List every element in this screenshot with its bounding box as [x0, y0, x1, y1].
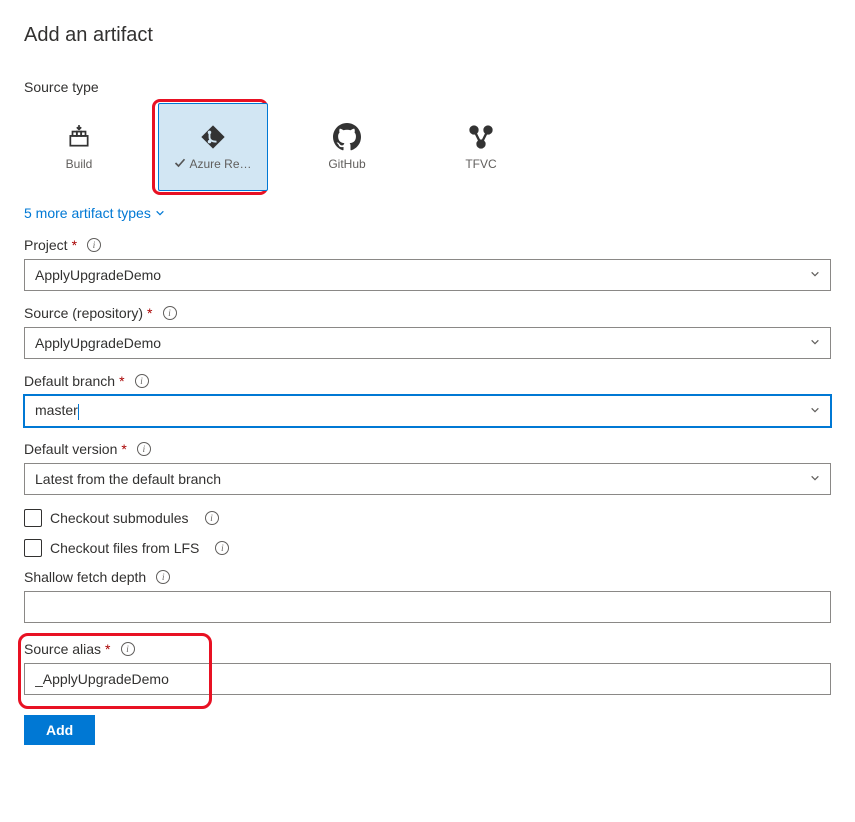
check-icon [174, 157, 186, 172]
project-value: ApplyUpgradeDemo [35, 267, 161, 283]
source-tile-tfvc[interactable]: TFVC [426, 103, 536, 191]
more-artifact-types-link[interactable]: 5 more artifact types [24, 205, 165, 221]
chevron-down-icon [810, 337, 820, 350]
default-branch-label: Default branch [24, 373, 115, 389]
page-title: Add an artifact [24, 24, 831, 47]
source-tile-tfvc-label: TFVC [465, 157, 496, 171]
shallow-depth-input[interactable] [24, 591, 831, 623]
source-tile-github-label: GitHub [328, 157, 365, 171]
chevron-down-icon [155, 208, 165, 221]
default-branch-value: master [35, 402, 78, 418]
info-icon[interactable]: i [137, 442, 151, 456]
project-dropdown[interactable]: ApplyUpgradeDemo [24, 259, 831, 291]
chevron-down-icon [810, 269, 820, 282]
more-artifact-types-label: 5 more artifact types [24, 205, 151, 221]
source-repo-dropdown[interactable]: ApplyUpgradeDemo [24, 327, 831, 359]
github-icon [333, 123, 361, 151]
chevron-down-icon [810, 473, 820, 486]
default-version-value: Latest from the default branch [35, 471, 221, 487]
default-branch-dropdown[interactable]: master [24, 395, 831, 427]
required-indicator: * [121, 441, 126, 457]
required-indicator: * [105, 641, 110, 657]
source-tile-azure-repos[interactable]: Azure Re… [158, 103, 268, 191]
info-icon[interactable]: i [215, 541, 229, 555]
checkout-submodules-checkbox[interactable] [24, 509, 42, 527]
tfvc-icon [467, 123, 495, 151]
text-caret [78, 404, 79, 420]
source-tile-github[interactable]: GitHub [292, 103, 402, 191]
info-icon[interactable]: i [156, 570, 170, 584]
project-label: Project [24, 237, 68, 253]
required-indicator: * [147, 305, 152, 321]
source-tile-build-label: Build [66, 157, 93, 171]
info-icon[interactable]: i [205, 511, 219, 525]
default-version-dropdown[interactable]: Latest from the default branch [24, 463, 831, 495]
source-repo-value: ApplyUpgradeDemo [35, 335, 161, 351]
azure-repos-icon [199, 123, 227, 151]
source-alias-input[interactable] [24, 663, 831, 695]
chevron-down-icon [810, 405, 820, 418]
source-type-label: Source type [24, 79, 831, 95]
checkout-lfs-label: Checkout files from LFS [50, 540, 199, 556]
checkout-lfs-checkbox[interactable] [24, 539, 42, 557]
source-tile-azure-label: Azure Re… [189, 157, 251, 171]
info-icon[interactable]: i [121, 642, 135, 656]
add-button[interactable]: Add [24, 715, 95, 745]
shallow-depth-label: Shallow fetch depth [24, 569, 146, 585]
required-indicator: * [72, 237, 77, 253]
source-alias-label: Source alias [24, 641, 101, 657]
info-icon[interactable]: i [163, 306, 177, 320]
source-tile-build[interactable]: Build [24, 103, 134, 191]
checkout-submodules-label: Checkout submodules [50, 510, 189, 526]
required-indicator: * [119, 373, 124, 389]
info-icon[interactable]: i [87, 238, 101, 252]
default-version-label: Default version [24, 441, 117, 457]
source-repo-label: Source (repository) [24, 305, 143, 321]
info-icon[interactable]: i [135, 374, 149, 388]
build-icon [65, 123, 93, 151]
